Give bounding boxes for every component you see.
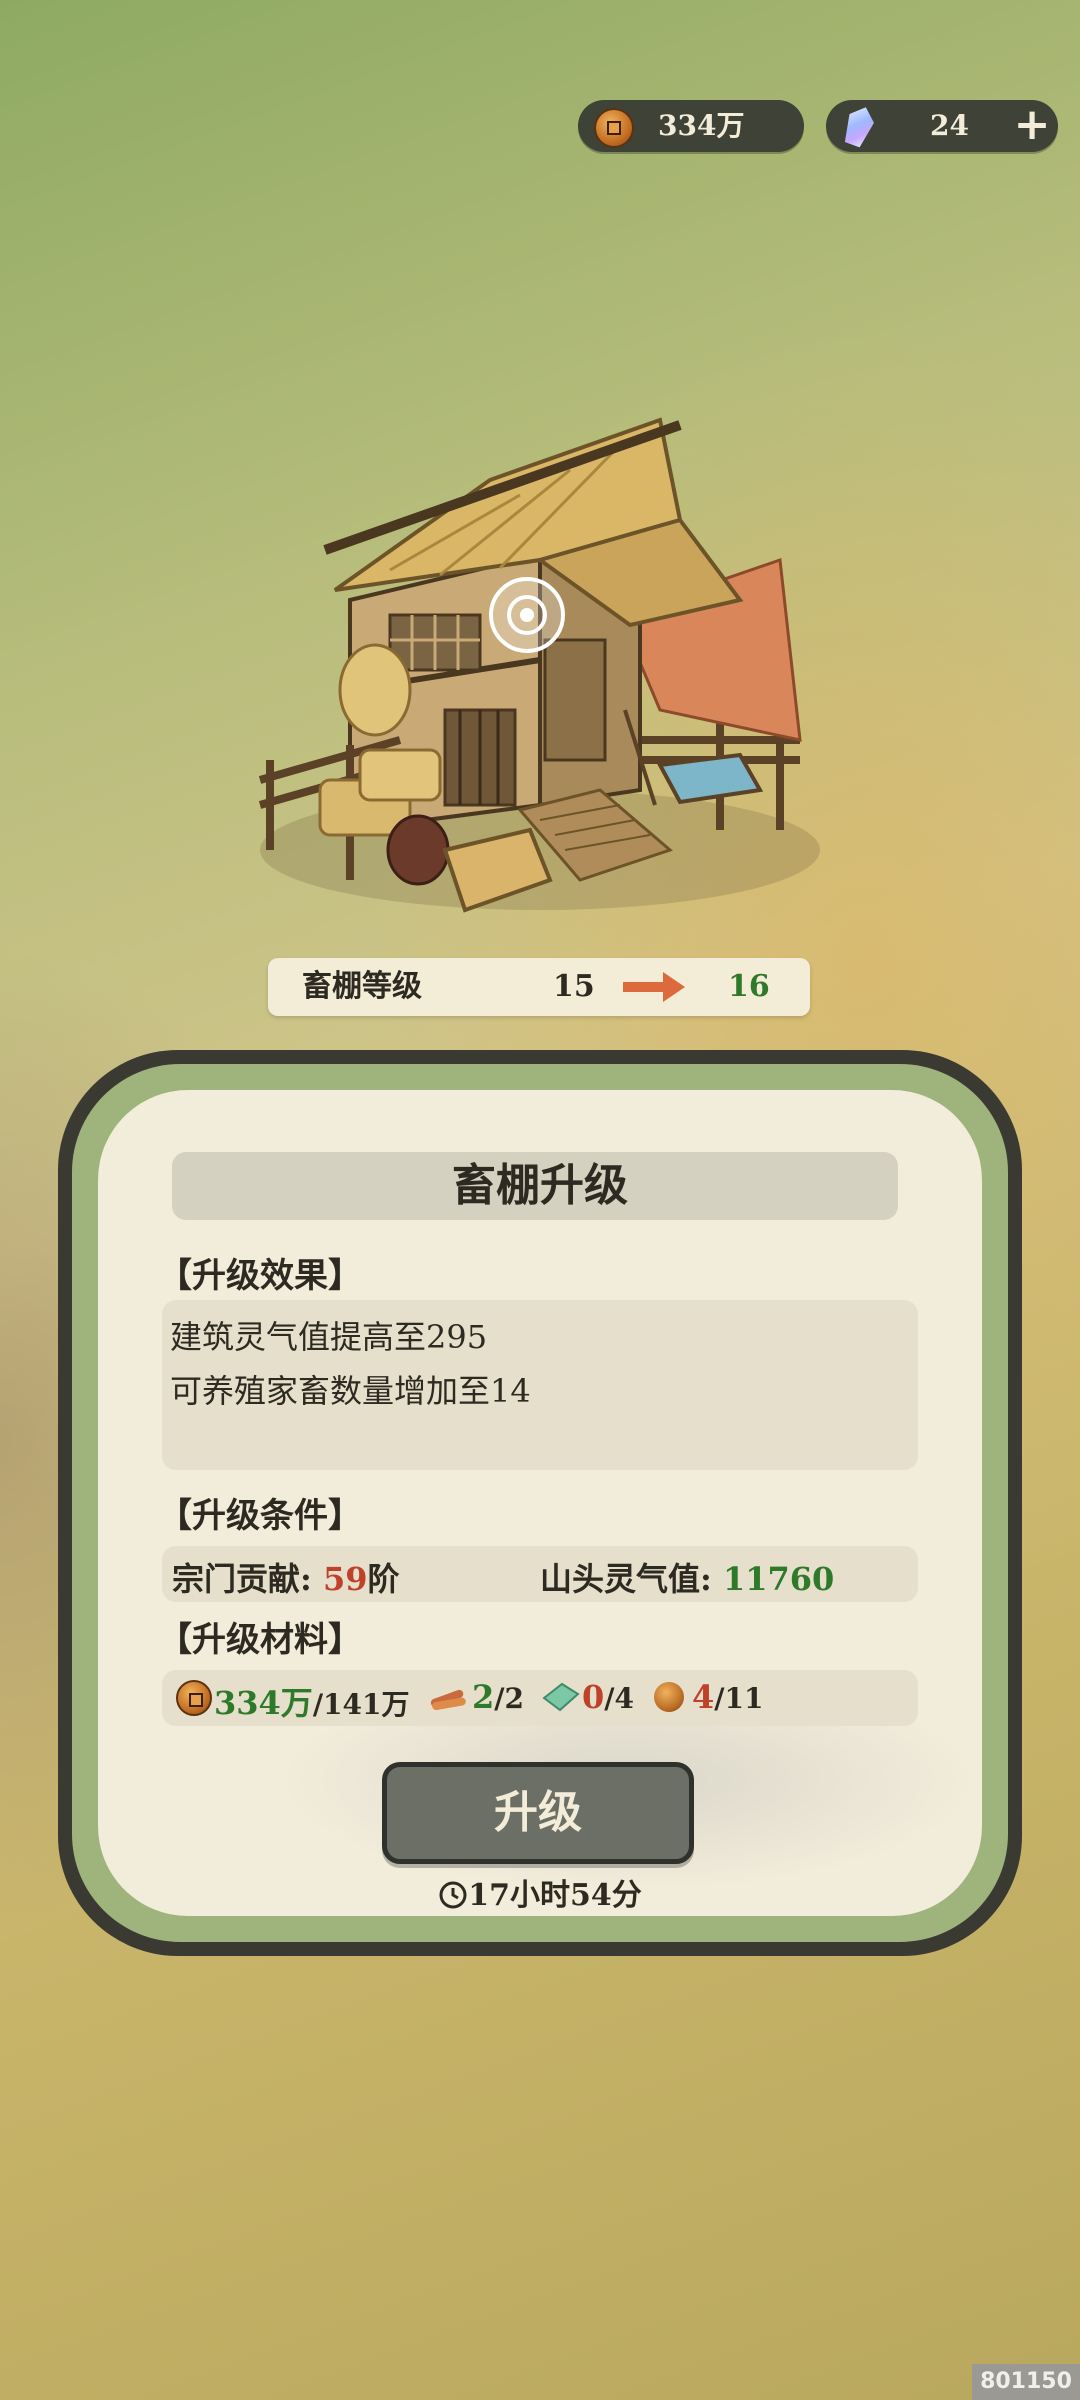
effects-header: 【升级效果】 <box>158 1256 362 1296</box>
livestock-barn-illustration[interactable] <box>240 410 840 930</box>
material-jade: 0/4 <box>582 1678 634 1716</box>
material-copper: 4/11 <box>692 1678 763 1716</box>
sect-label: 宗门贡献: <box>172 1560 312 1598</box>
sect-unit: 阶 <box>367 1560 400 1598</box>
material-wood: 2/2 <box>472 1678 524 1716</box>
watermark: 801150 <box>972 2364 1080 2400</box>
upgrade-target-icon <box>489 577 565 653</box>
coin-counter[interactable]: 334万 <box>578 100 804 152</box>
conditions-header: 【升级条件】 <box>158 1496 362 1536</box>
wood-need: /2 <box>494 1682 524 1715</box>
upgrade-button-label: 升级 <box>494 1787 582 1838</box>
level-label: 畜棚等级 <box>302 969 422 1004</box>
coin-amount: 334万 <box>658 109 745 142</box>
copper-have: 4 <box>692 1678 715 1716</box>
effect-line: 可养殖家畜数量增加至14 <box>170 1372 531 1410</box>
jade-cloth-icon[interactable] <box>540 1680 582 1714</box>
next-level: 16 <box>728 969 770 1004</box>
aura-label: 山头灵气值: <box>540 1560 712 1598</box>
wood-have: 2 <box>472 1678 495 1716</box>
add-gems-button[interactable]: + <box>1012 103 1052 147</box>
clock-icon <box>439 1881 467 1909</box>
materials-header: 【升级材料】 <box>158 1620 362 1660</box>
sect-contribution: 宗门贡献: 59阶 <box>172 1554 400 1600</box>
material-coins: 334万/141万 <box>214 1678 410 1724</box>
gem-amount: 24 <box>930 109 969 142</box>
timer-text: 17小时54分 <box>468 1878 642 1913</box>
current-level: 15 <box>553 969 595 1004</box>
arrow-right-icon <box>623 972 685 1002</box>
sect-value: 59 <box>322 1560 368 1598</box>
effect-line: 建筑灵气值提高至295 <box>170 1318 488 1356</box>
gem-counter[interactable]: 24 + <box>826 100 1058 152</box>
building-level-bar: 畜棚等级 15 16 <box>268 958 810 1016</box>
spirit-crystal-icon <box>840 103 878 149</box>
panel-title: 畜棚升级 <box>452 1160 628 1211</box>
jade-have: 0 <box>582 1678 605 1716</box>
coins-need: /141万 <box>312 1688 410 1721</box>
jade-need: /4 <box>604 1682 634 1715</box>
mountain-aura: 山头灵气值: 11760 <box>540 1554 834 1600</box>
firewood-icon[interactable] <box>428 1680 468 1714</box>
aura-value: 11760 <box>722 1560 835 1598</box>
copper-coin-icon[interactable] <box>176 1680 212 1716</box>
coins-have: 334万 <box>214 1684 313 1722</box>
bronze-medal-icon[interactable] <box>654 1682 684 1712</box>
copper-need: /11 <box>714 1682 764 1715</box>
copper-coin-icon <box>594 108 634 148</box>
upgrade-timer: 17小时54分 <box>0 1870 1080 1914</box>
upgrade-button[interactable]: 升级 <box>382 1762 694 1864</box>
